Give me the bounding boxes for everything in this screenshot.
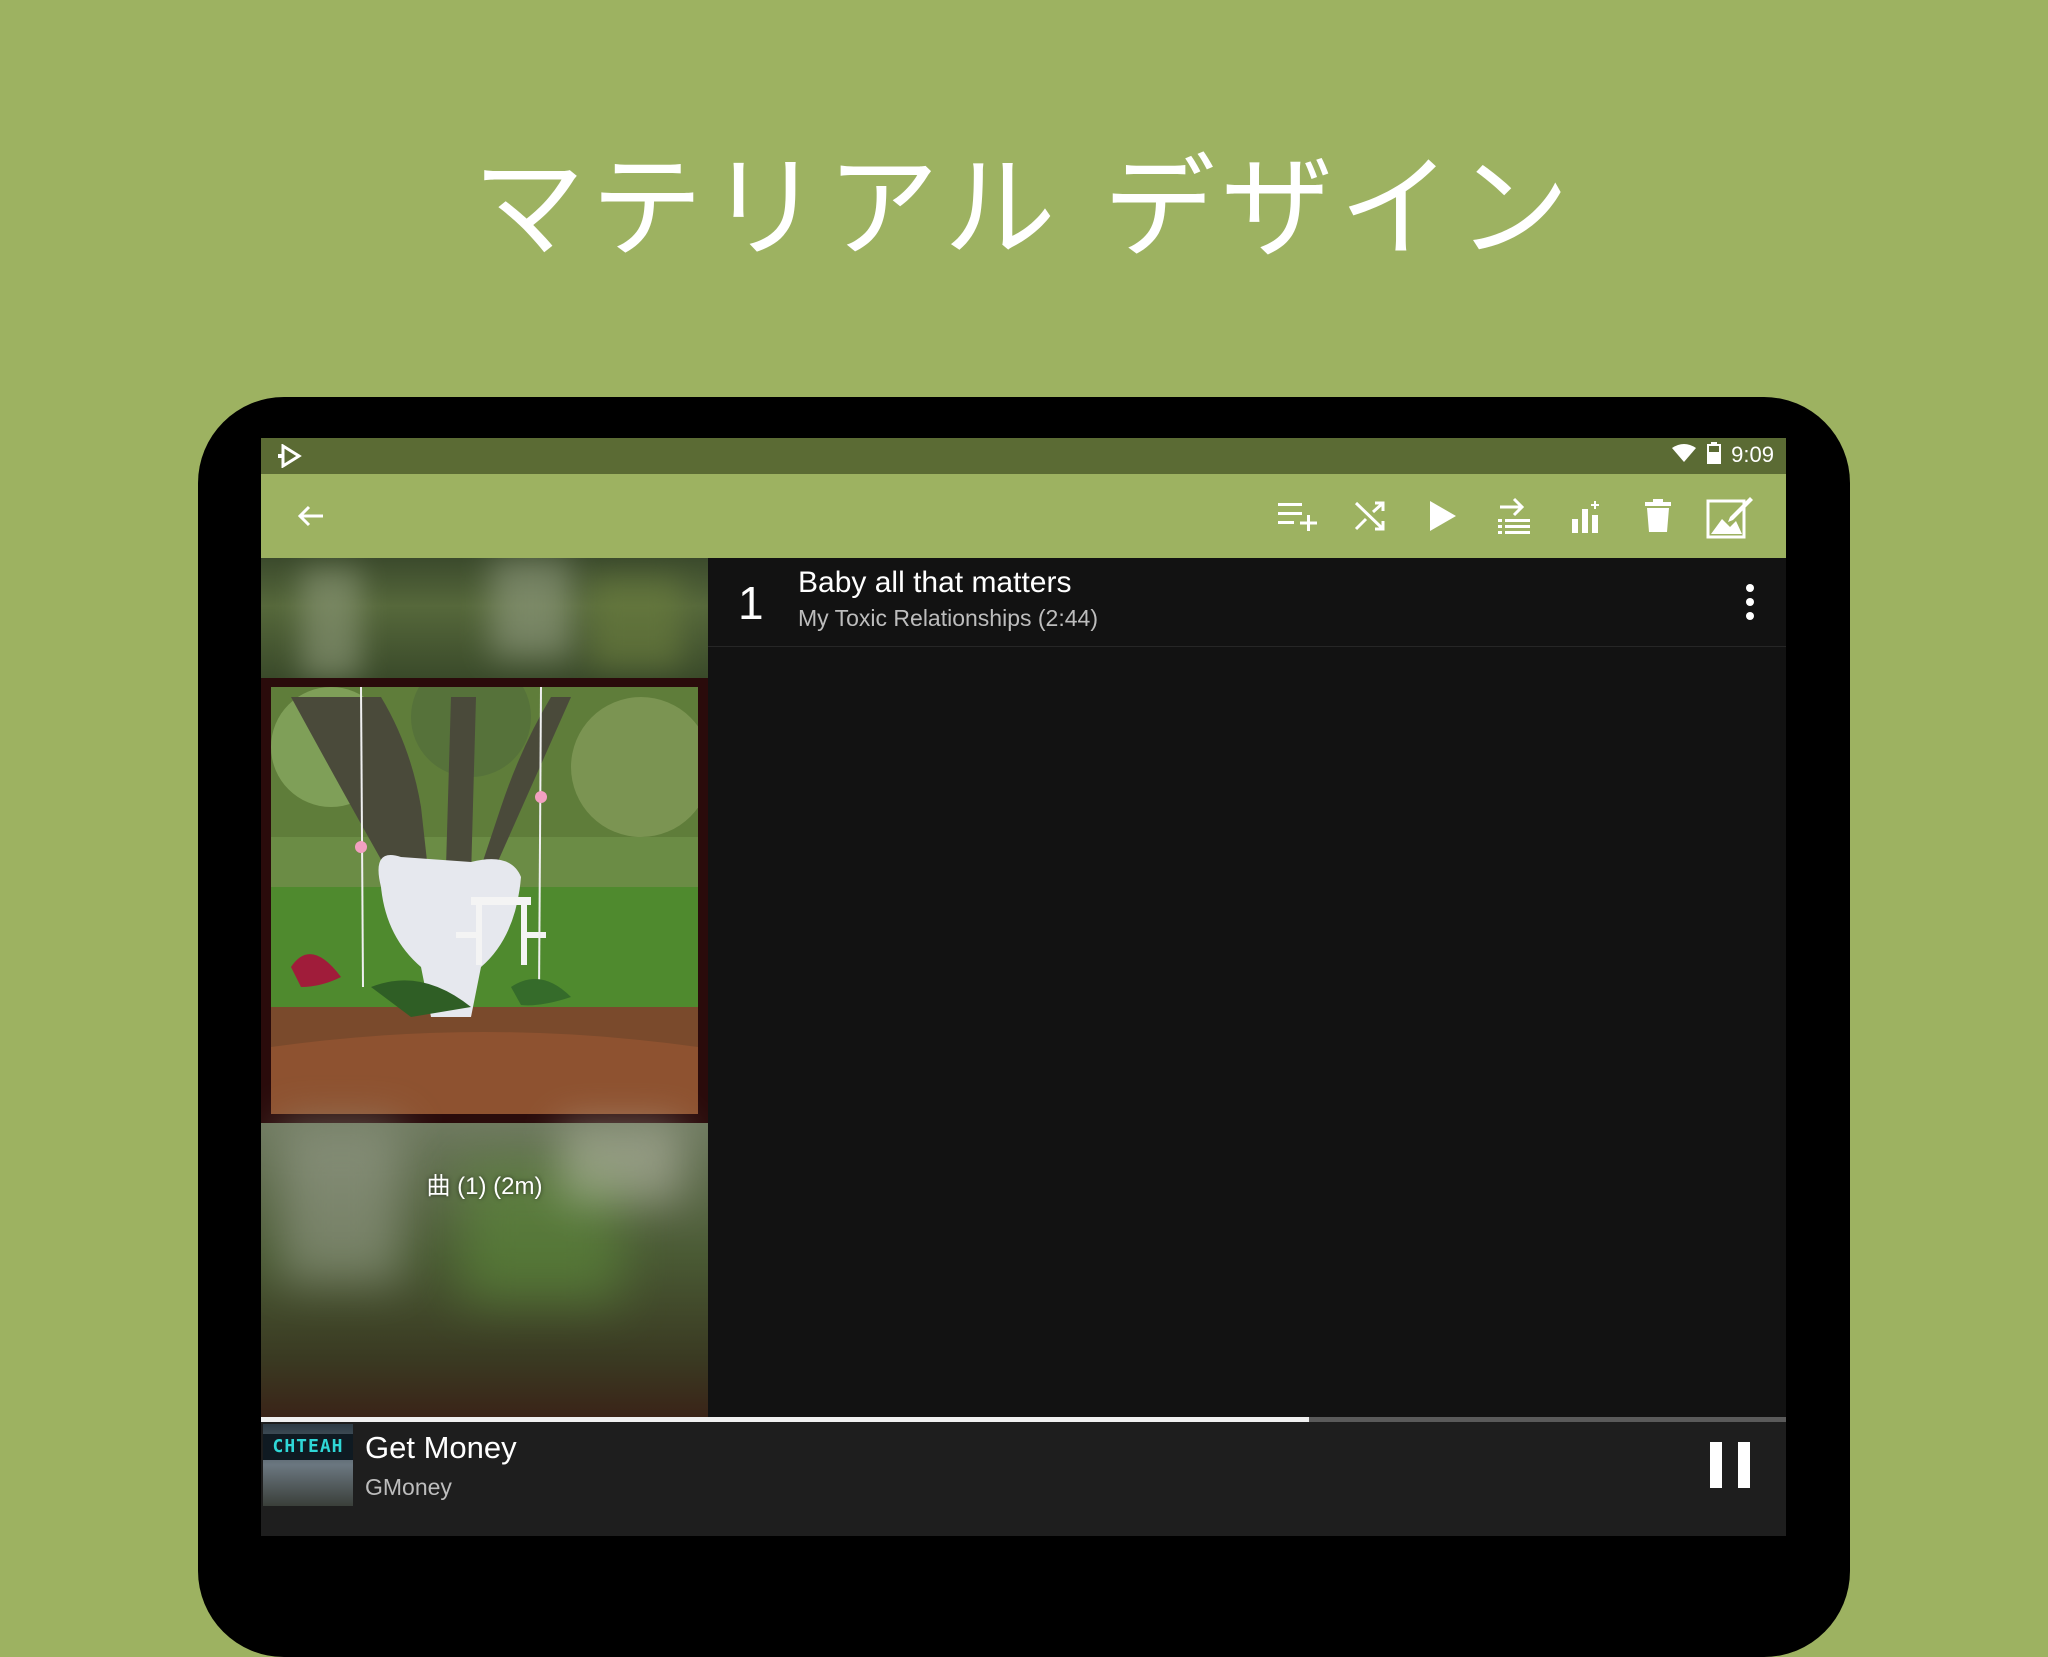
app-logo-icon — [277, 443, 303, 472]
thumbnail-text: CHTEAH — [263, 1434, 353, 1460]
track-title: Baby all that matters — [798, 566, 1072, 599]
blurred-art-top — [261, 558, 708, 678]
edit-artwork-button[interactable] — [1694, 474, 1766, 558]
arrow-back-icon — [297, 505, 323, 527]
wifi-icon — [1671, 443, 1697, 467]
battery-icon — [1707, 442, 1722, 468]
delete-button[interactable] — [1622, 474, 1694, 558]
now-playing-artist: GMoney — [365, 1474, 452, 1500]
album-art[interactable] — [271, 687, 698, 1114]
now-playing-bar[interactable]: CHTEAH Get Money GMoney — [261, 1422, 1786, 1536]
equalizer-icon — [1572, 501, 1599, 533]
equalizer-button[interactable] — [1550, 474, 1622, 558]
queue-next-button[interactable] — [1478, 474, 1550, 558]
shuffle-icon — [1354, 501, 1385, 531]
album-meta: 曲 (1) (2m) — [426, 1173, 543, 1200]
now-playing-title: Get Money — [365, 1430, 517, 1465]
list-item[interactable]: 1 Baby all that matters My Toxic Relatio… — [708, 558, 1786, 647]
more-vert-icon — [1746, 584, 1754, 620]
toolbar — [261, 474, 1786, 558]
shuffle-button[interactable] — [1334, 474, 1406, 558]
queue-list-icon — [1498, 497, 1530, 534]
pause-icon — [1710, 1442, 1750, 1488]
trash-icon — [1645, 499, 1671, 532]
play-button[interactable] — [1406, 474, 1478, 558]
playlist-add-icon — [1278, 503, 1317, 531]
track-number: 1 — [738, 577, 764, 629]
promo-headline: マテリアル デザイン — [472, 144, 1576, 274]
edit-image-icon — [1706, 497, 1753, 539]
add-to-queue-button[interactable] — [1262, 474, 1334, 558]
back-button[interactable] — [293, 498, 329, 534]
pause-button[interactable] — [1708, 1442, 1752, 1488]
status-time: 9:09 — [1731, 442, 1774, 467]
album-art-frame — [261, 678, 708, 1123]
track-subtitle: My Toxic Relationships (2:44) — [798, 605, 1098, 631]
play-icon — [1430, 501, 1456, 531]
album-art-pane: 曲 (1) (2m) — [261, 558, 708, 1417]
now-playing-thumbnail[interactable]: CHTEAH — [263, 1424, 353, 1506]
status-bar: 9:09 — [261, 438, 1786, 474]
more-options-button[interactable] — [1744, 582, 1756, 622]
app-screen: 9:09 曲 (1) (2m) 1 Baby all that matters … — [261, 438, 1786, 1536]
track-list: 1 Baby all that matters My Toxic Relatio… — [708, 558, 1786, 1417]
